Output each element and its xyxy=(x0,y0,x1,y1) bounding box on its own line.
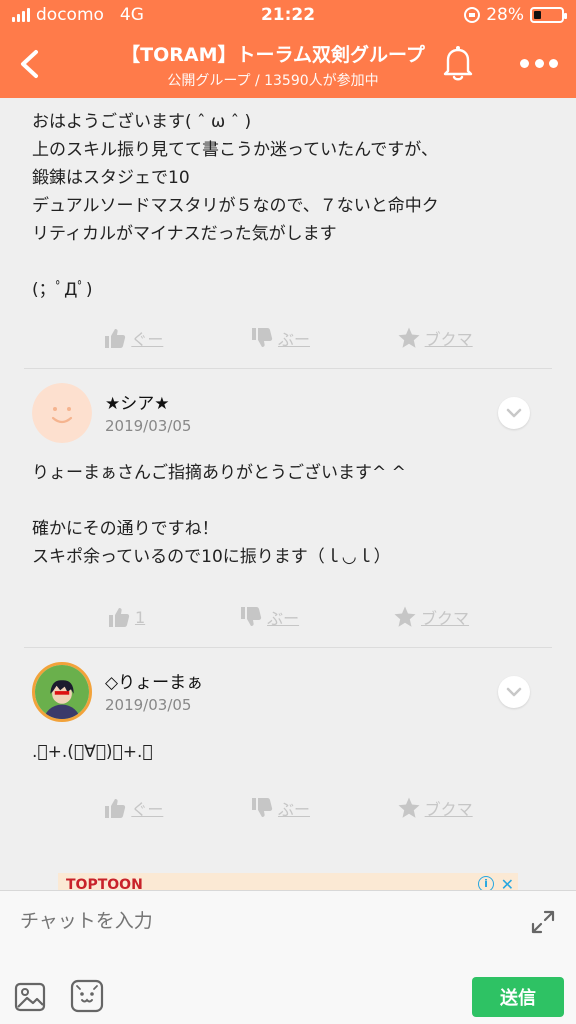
notification-button[interactable] xyxy=(440,44,476,82)
thumbs-up-icon xyxy=(105,799,126,818)
comment-date: 2019/03/05 xyxy=(105,417,192,435)
comment-menu-button[interactable] xyxy=(498,676,530,708)
good-label: ぐー xyxy=(131,330,164,349)
more-dot-icon xyxy=(520,58,529,68)
good-count: 1 xyxy=(134,607,146,627)
battery-percent: 28% xyxy=(486,5,524,25)
more-dot-icon xyxy=(549,58,558,68)
boo-label: ぶー xyxy=(277,800,310,819)
ad-logo: TOPTOON xyxy=(66,877,143,890)
chat-input[interactable] xyxy=(20,905,500,937)
default-avatar-icon xyxy=(32,383,92,443)
good-label: ぐー xyxy=(131,800,164,819)
image-attach-button[interactable] xyxy=(14,981,46,1013)
ad-info-icon[interactable]: i xyxy=(478,876,494,890)
group-title-area[interactable]: 【TORAM】トーラム双剣グループ 公開グループ / 13590人が参加中 xyxy=(70,40,476,90)
thread-content[interactable]: おはようございます( ˆ ω ˆ ) 上のスキル振り見てて書こうか迷っていたんで… xyxy=(0,98,576,890)
ad-banner[interactable]: TOPTOON i ✕ xyxy=(58,873,518,890)
thumbs-up-icon xyxy=(105,329,126,348)
comment-actions: ぐー ぶー ブクマ xyxy=(0,792,576,824)
avatar[interactable] xyxy=(32,662,92,722)
more-menu-button[interactable] xyxy=(520,56,558,70)
more-dot-icon xyxy=(534,58,544,68)
bell-icon xyxy=(443,46,473,81)
bookmark-button[interactable]: ブクマ xyxy=(397,326,473,350)
good-button[interactable]: 1 xyxy=(107,605,145,629)
send-button[interactable]: 送信 xyxy=(472,977,564,1017)
post-actions: ぐー ぶー ブクマ xyxy=(0,322,576,354)
avatar[interactable] xyxy=(32,383,92,443)
bookmark-label: ブクマ xyxy=(424,330,473,349)
thumbs-down-icon xyxy=(251,798,273,817)
orientation-lock-icon xyxy=(464,7,481,23)
chat-input-bar: 送信 xyxy=(0,890,576,1024)
comment-author[interactable]: ◇りょーまぁ xyxy=(105,668,203,693)
expand-button[interactable] xyxy=(530,909,556,935)
sticker-icon xyxy=(70,979,104,1013)
good-button[interactable]: ぐー xyxy=(103,326,163,350)
post-text: おはようございます( ˆ ω ˆ ) 上のスキル振り見てて書こうか迷っていたんで… xyxy=(32,112,439,300)
star-icon xyxy=(398,327,420,348)
comment-date: 2019/03/05 xyxy=(105,696,192,714)
thumbs-down-icon xyxy=(241,607,262,626)
comment-menu-button[interactable] xyxy=(498,397,530,429)
boo-button[interactable]: ぶー xyxy=(250,796,310,820)
boo-label: ぶー xyxy=(267,609,300,628)
chevron-left-icon xyxy=(21,50,38,78)
group-subtitle: 公開グループ / 13590人が参加中 xyxy=(167,73,379,89)
boo-button[interactable]: ぶー xyxy=(239,605,299,629)
comment-author[interactable]: ★シア★ xyxy=(105,389,169,414)
group-title: 【TORAM】トーラム双剣グループ xyxy=(121,44,425,66)
comment-text: りょーまぁさんご指摘ありがとうございます^ ^ 確かにその通りですね！ スキポ余… xyxy=(32,463,406,567)
battery-icon xyxy=(530,7,567,23)
comment-text: .ﾟ+.(・∀・)ﾟ+.ﾟ xyxy=(32,742,153,762)
sticker-button[interactable] xyxy=(70,979,104,1013)
expand-icon xyxy=(531,910,555,934)
bookmark-button[interactable]: ブクマ xyxy=(397,796,473,820)
good-button[interactable]: ぐー xyxy=(103,796,163,820)
bookmark-label: ブクマ xyxy=(424,800,473,819)
app-header: 【TORAM】トーラム双剣グループ 公開グループ / 13590人が参加中 xyxy=(0,30,576,98)
star-icon xyxy=(394,606,416,627)
back-button[interactable] xyxy=(10,44,50,84)
bookmark-button[interactable]: ブクマ xyxy=(393,605,469,629)
bookmark-label: ブクマ xyxy=(421,609,470,628)
star-icon xyxy=(398,797,420,818)
image-icon xyxy=(14,982,46,1012)
ad-close-icon[interactable]: ✕ xyxy=(501,875,514,890)
comment-actions: 1 ぶー ブクマ xyxy=(0,601,576,633)
comment-item: ★シア★ 2019/03/05 りょーまぁさんご指摘ありがとうございます^ ^ … xyxy=(0,369,576,648)
thumbs-up-icon xyxy=(108,608,130,627)
status-bar: docomo 4G 21:22 28% xyxy=(0,0,576,30)
battery-fill xyxy=(534,11,542,19)
user-avatar-image xyxy=(35,665,89,719)
chevron-down-icon xyxy=(506,408,522,418)
thumbs-down-icon xyxy=(251,328,273,347)
chevron-down-icon xyxy=(506,687,522,697)
boo-button[interactable]: ぶー xyxy=(250,326,310,350)
comment-item: ◇りょーまぁ 2019/03/05 .ﾟ+.(・∀・)ﾟ+.ﾟ ぐー ぶー ブク… xyxy=(0,648,576,824)
boo-label: ぶー xyxy=(277,330,310,349)
